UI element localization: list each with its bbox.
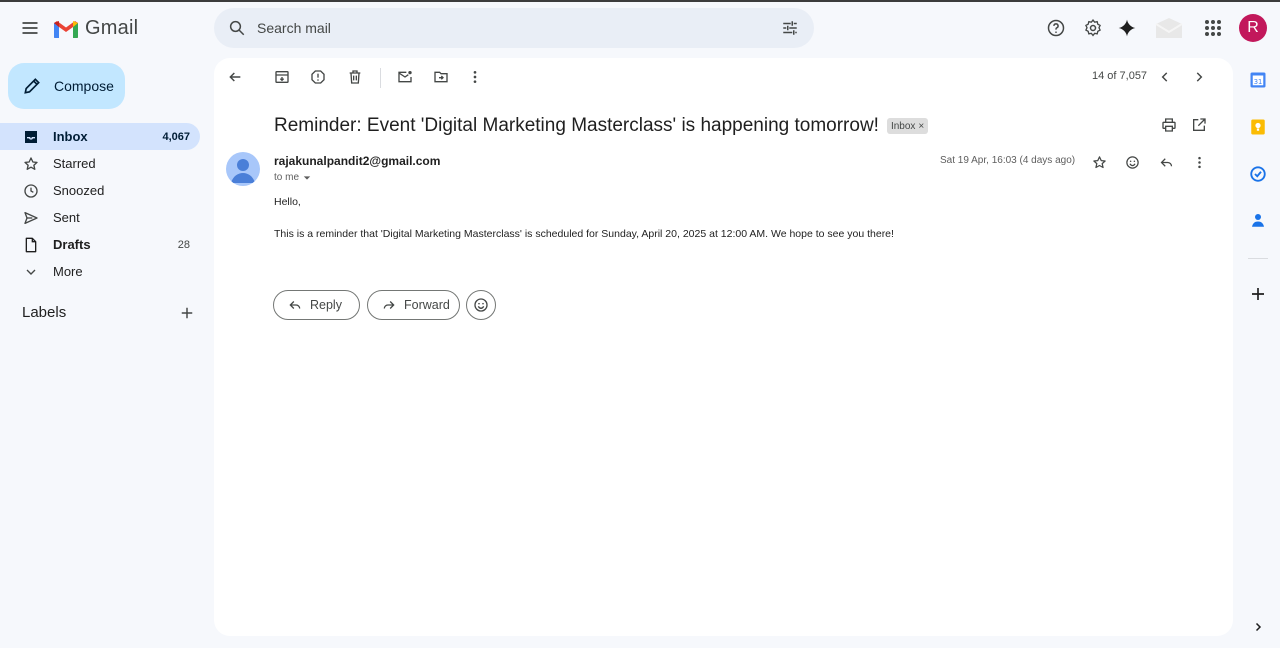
- compose-button[interactable]: Compose: [8, 63, 125, 109]
- sidebar-item-snoozed[interactable]: Snoozed: [0, 177, 200, 204]
- search-bar[interactable]: [214, 8, 814, 48]
- contacts-icon[interactable]: [1246, 208, 1270, 232]
- email-view-panel: 14 of 7,057 Reminder: Event 'Digital Mar…: [214, 58, 1233, 636]
- more-options-icon[interactable]: [1185, 148, 1213, 176]
- gemini-sparkle-icon[interactable]: [1111, 12, 1143, 44]
- sidebar-item-label: Snoozed: [53, 183, 105, 198]
- sidebar-item-label: Sent: [53, 210, 80, 225]
- recipient-details[interactable]: to me: [274, 172, 311, 183]
- sidebar-item-starred[interactable]: Starred: [0, 150, 200, 177]
- reply-icon: [288, 298, 302, 312]
- add-label-icon[interactable]: [180, 306, 194, 320]
- sidebar-item-count: 4,067: [162, 130, 190, 143]
- more-options-icon[interactable]: [461, 63, 489, 91]
- sidebar-item-label: Starred: [53, 156, 96, 171]
- mark-unread-icon[interactable]: [391, 63, 419, 91]
- caret-down-icon[interactable]: [303, 174, 311, 182]
- remove-label-icon[interactable]: ×: [918, 121, 924, 132]
- archive-icon[interactable]: [268, 63, 296, 91]
- delete-trash-icon[interactable]: [341, 63, 369, 91]
- search-input[interactable]: [257, 20, 774, 36]
- keep-icon[interactable]: [1246, 115, 1270, 139]
- chip-label: Inbox: [890, 120, 916, 132]
- apps-grid-icon[interactable]: [1197, 12, 1229, 44]
- sidebar-item-more[interactable]: More: [0, 258, 200, 285]
- recipient-label: to me: [274, 172, 300, 183]
- settings-gear-icon[interactable]: [1077, 12, 1109, 44]
- account-avatar[interactable]: R: [1239, 14, 1267, 42]
- emoji-reaction-button[interactable]: [466, 290, 496, 320]
- email-date: Sat 19 Apr, 16:03 (4 days ago): [940, 155, 1076, 166]
- help-icon[interactable]: [1040, 12, 1072, 44]
- forward-icon: [382, 298, 396, 312]
- sidebar-nav: Inbox 4,067 Starred Snoozed Sent Drafts …: [0, 123, 200, 285]
- gmail-m-icon: [53, 19, 79, 39]
- print-icon[interactable]: [1155, 111, 1183, 139]
- top-bar: Gmail R: [0, 2, 1280, 58]
- back-arrow-icon[interactable]: [221, 63, 249, 91]
- reply-icon[interactable]: [1152, 148, 1180, 176]
- sidebar-item-label: Drafts: [53, 237, 91, 252]
- pagination-count: 14 of 7,057: [1092, 70, 1148, 82]
- star-icon[interactable]: [1085, 148, 1113, 176]
- inbox-label-chip[interactable]: Inbox ×: [886, 118, 929, 134]
- tasks-icon[interactable]: [1246, 162, 1270, 186]
- reply-label: Reply: [310, 298, 342, 312]
- report-spam-icon[interactable]: [304, 63, 332, 91]
- sender-email[interactable]: rajakunalpandit2@gmail.com: [274, 154, 440, 168]
- inbox-icon: [22, 128, 40, 146]
- send-icon: [22, 209, 40, 227]
- rail-divider: [1248, 258, 1268, 259]
- clock-icon: [22, 182, 40, 200]
- labels-title: Labels: [22, 304, 67, 321]
- toolbar-divider: [380, 68, 381, 88]
- search-icon[interactable]: [217, 8, 257, 48]
- promo-envelope-icon[interactable]: [1154, 16, 1184, 40]
- chevron-down-icon: [22, 263, 40, 281]
- sidebar-item-label: Inbox: [53, 129, 88, 144]
- sidebar-item-inbox[interactable]: Inbox 4,067: [0, 123, 200, 150]
- add-addon-icon[interactable]: [1246, 282, 1270, 306]
- email-subject: Reminder: Event 'Digital Marketing Maste…: [274, 115, 879, 136]
- email-subject-row: Reminder: Event 'Digital Marketing Maste…: [274, 115, 929, 137]
- email-greeting: Hello,: [274, 196, 301, 208]
- search-options-icon[interactable]: [774, 12, 806, 44]
- svg-text:31: 31: [1254, 78, 1263, 86]
- chevron-right-icon[interactable]: [1185, 63, 1213, 91]
- sidebar-item-count: 28: [177, 238, 190, 251]
- draft-icon: [22, 236, 40, 254]
- sender-avatar[interactable]: [226, 152, 260, 186]
- reply-button[interactable]: Reply: [273, 290, 360, 320]
- open-new-window-icon[interactable]: [1185, 111, 1213, 139]
- calendar-icon[interactable]: 31: [1246, 68, 1270, 92]
- sidebar-item-sent[interactable]: Sent: [0, 204, 200, 231]
- email-body: This is a reminder that 'Digital Marketi…: [274, 228, 894, 240]
- move-to-folder-icon[interactable]: [427, 63, 455, 91]
- gmail-logo[interactable]: Gmail: [53, 17, 138, 40]
- app-name: Gmail: [85, 17, 139, 39]
- compose-label: Compose: [54, 78, 114, 94]
- star-icon: [22, 155, 40, 173]
- labels-section: Labels: [22, 304, 194, 321]
- sidebar-item-label: More: [53, 264, 83, 279]
- forward-button[interactable]: Forward: [367, 290, 460, 320]
- pencil-icon: [20, 76, 44, 96]
- chevron-left-icon[interactable]: [1151, 63, 1179, 91]
- emoji-react-icon[interactable]: [1118, 148, 1146, 176]
- forward-label: Forward: [404, 298, 450, 312]
- sidebar-item-drafts[interactable]: Drafts 28: [0, 231, 200, 258]
- expand-panel-chevron-icon[interactable]: [1246, 615, 1270, 639]
- main-menu-icon[interactable]: [14, 12, 46, 44]
